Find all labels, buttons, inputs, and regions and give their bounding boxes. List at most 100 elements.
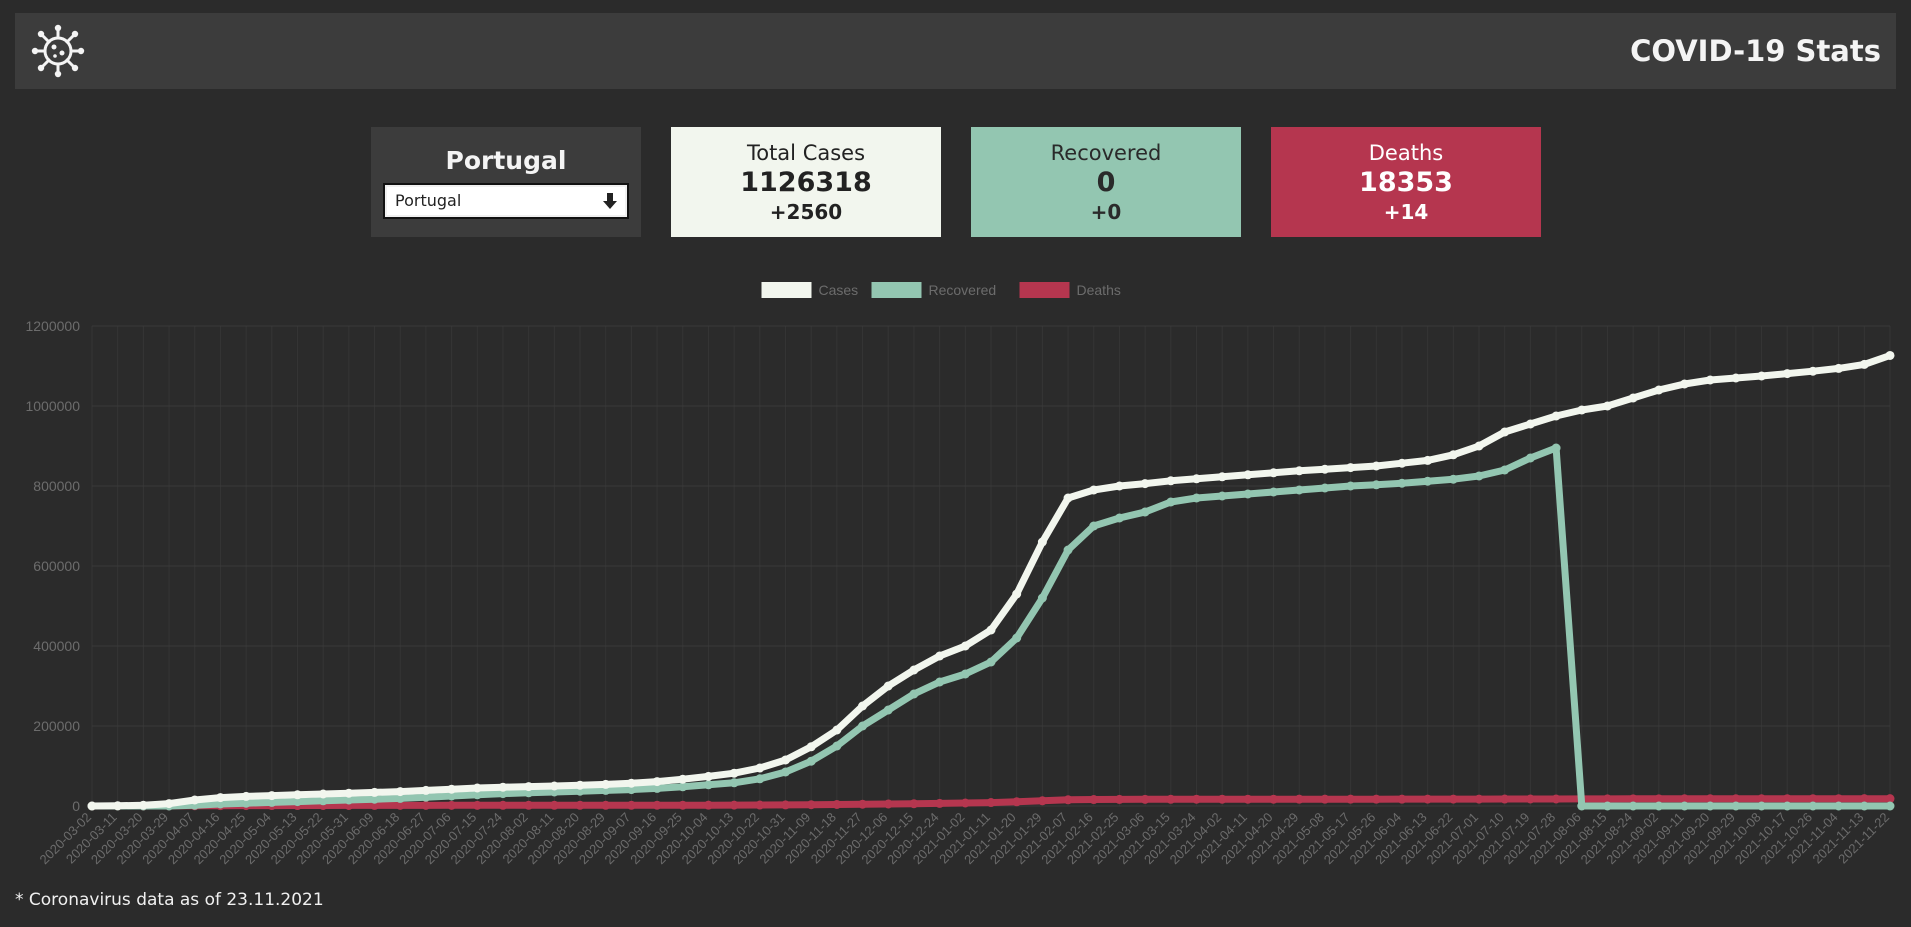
data-point-cases [1885,350,1895,360]
data-point-recovered [832,741,842,751]
data-point-cases [164,799,174,809]
data-point-cases [138,800,148,810]
data-point-cases [113,801,123,811]
data-point-deaths [1474,794,1484,804]
total-cases-card: Total Cases 1126318 +2560 [671,127,941,237]
data-point-cases [1680,379,1690,389]
data-point-recovered [1602,801,1612,811]
data-point-recovered [1037,593,1047,603]
data-point-cases [1243,470,1253,480]
data-point-cases [1628,393,1638,403]
legend-label-recovered: Recovered [929,282,997,298]
data-point-recovered [1782,801,1792,811]
data-point-recovered [1628,801,1638,811]
data-point-deaths [575,800,585,810]
data-point-cases [806,742,816,752]
legend-swatch-recovered [871,282,922,298]
data-point-cases [703,771,713,781]
data-point-cases [575,780,585,790]
data-point-recovered [1320,483,1330,493]
data-point-deaths [703,800,713,810]
country-title: Portugal [445,145,567,175]
data-point-cases [1448,450,1458,460]
data-point-recovered [1859,801,1869,811]
data-point-recovered [1012,633,1022,643]
data-point-cases [935,651,945,661]
data-point-recovered [755,774,765,784]
data-point-deaths [447,800,457,810]
data-point-recovered [1500,465,1510,475]
data-point-cases [1037,537,1047,547]
data-point-deaths [1191,794,1201,804]
legend-swatch-deaths [1019,282,1070,298]
data-point-cases [1474,441,1484,451]
data-point-deaths [652,800,662,810]
data-point-deaths [883,799,893,809]
data-point-deaths [1346,794,1356,804]
data-point-recovered [1577,801,1587,811]
data-point-recovered [935,677,945,687]
data-point-deaths [1448,794,1458,804]
data-point-cases [960,641,970,651]
data-point-recovered [1397,478,1407,488]
data-point-deaths [1500,794,1510,804]
data-point-deaths [986,798,996,808]
data-point-deaths [935,798,945,808]
data-point-cases [858,701,868,711]
data-point-recovered [1191,493,1201,503]
data-point-deaths [1037,796,1047,806]
data-point-cases [1782,369,1792,379]
data-point-recovered [1269,487,1279,497]
data-point-recovered [1525,453,1535,463]
data-point-cases [1320,464,1330,474]
data-point-deaths [524,800,534,810]
data-point-cases [1808,366,1818,376]
data-point-recovered [1346,481,1356,491]
data-point-deaths [1012,797,1022,807]
data-point-cases [1217,472,1227,482]
deaths-delta: +14 [1383,199,1429,224]
data-point-cases [1500,427,1510,437]
data-point-deaths [1217,794,1227,804]
data-point-cases [447,784,457,794]
data-point-deaths [1371,794,1381,804]
data-point-deaths [909,799,919,809]
arrow-down-icon [603,192,617,209]
data-point-recovered [1166,497,1176,507]
data-point-deaths [1551,794,1561,804]
data-point-recovered [781,767,791,777]
data-point-deaths [601,800,611,810]
recovered-label: Recovered [1050,140,1162,165]
country-select[interactable]: Portugal [383,182,629,219]
data-point-recovered [909,689,919,699]
data-point-recovered [1243,489,1253,499]
data-point-deaths [1166,794,1176,804]
data-point-cases [395,787,405,797]
data-point-deaths [1269,794,1279,804]
data-point-recovered [703,780,713,790]
data-point-recovered [1371,480,1381,490]
country-card: Portugal Portugal [371,127,641,237]
data-point-deaths [421,800,431,810]
data-point-cases [1757,371,1767,381]
data-point-deaths [1320,794,1330,804]
data-point-deaths [806,800,816,810]
data-footnote: * Coronavirus data as of 23.11.2021 [15,890,324,910]
data-point-cases [755,763,765,773]
recovered-card: Recovered 0 +0 [971,127,1241,237]
country-select-value: Portugal [395,191,462,210]
data-point-recovered [1217,491,1227,501]
legend-swatch-cases [761,282,812,298]
total-cases-label: Total Cases [746,140,866,165]
data-point-recovered [1551,443,1561,453]
data-point-deaths [832,799,842,809]
total-cases-value: 1126318 [740,166,872,198]
deaths-card: Deaths 18353 +14 [1271,127,1541,237]
y-tick-label: 400000 [33,638,80,654]
data-point-cases [986,625,996,635]
data-point-recovered [806,756,816,766]
data-point-deaths [1423,794,1433,804]
data-point-recovered [1757,801,1767,811]
data-point-deaths [1294,794,1304,804]
chart-container: 1200000 1000000 800000 600000 400000 200000 0 2… [0,270,1911,890]
